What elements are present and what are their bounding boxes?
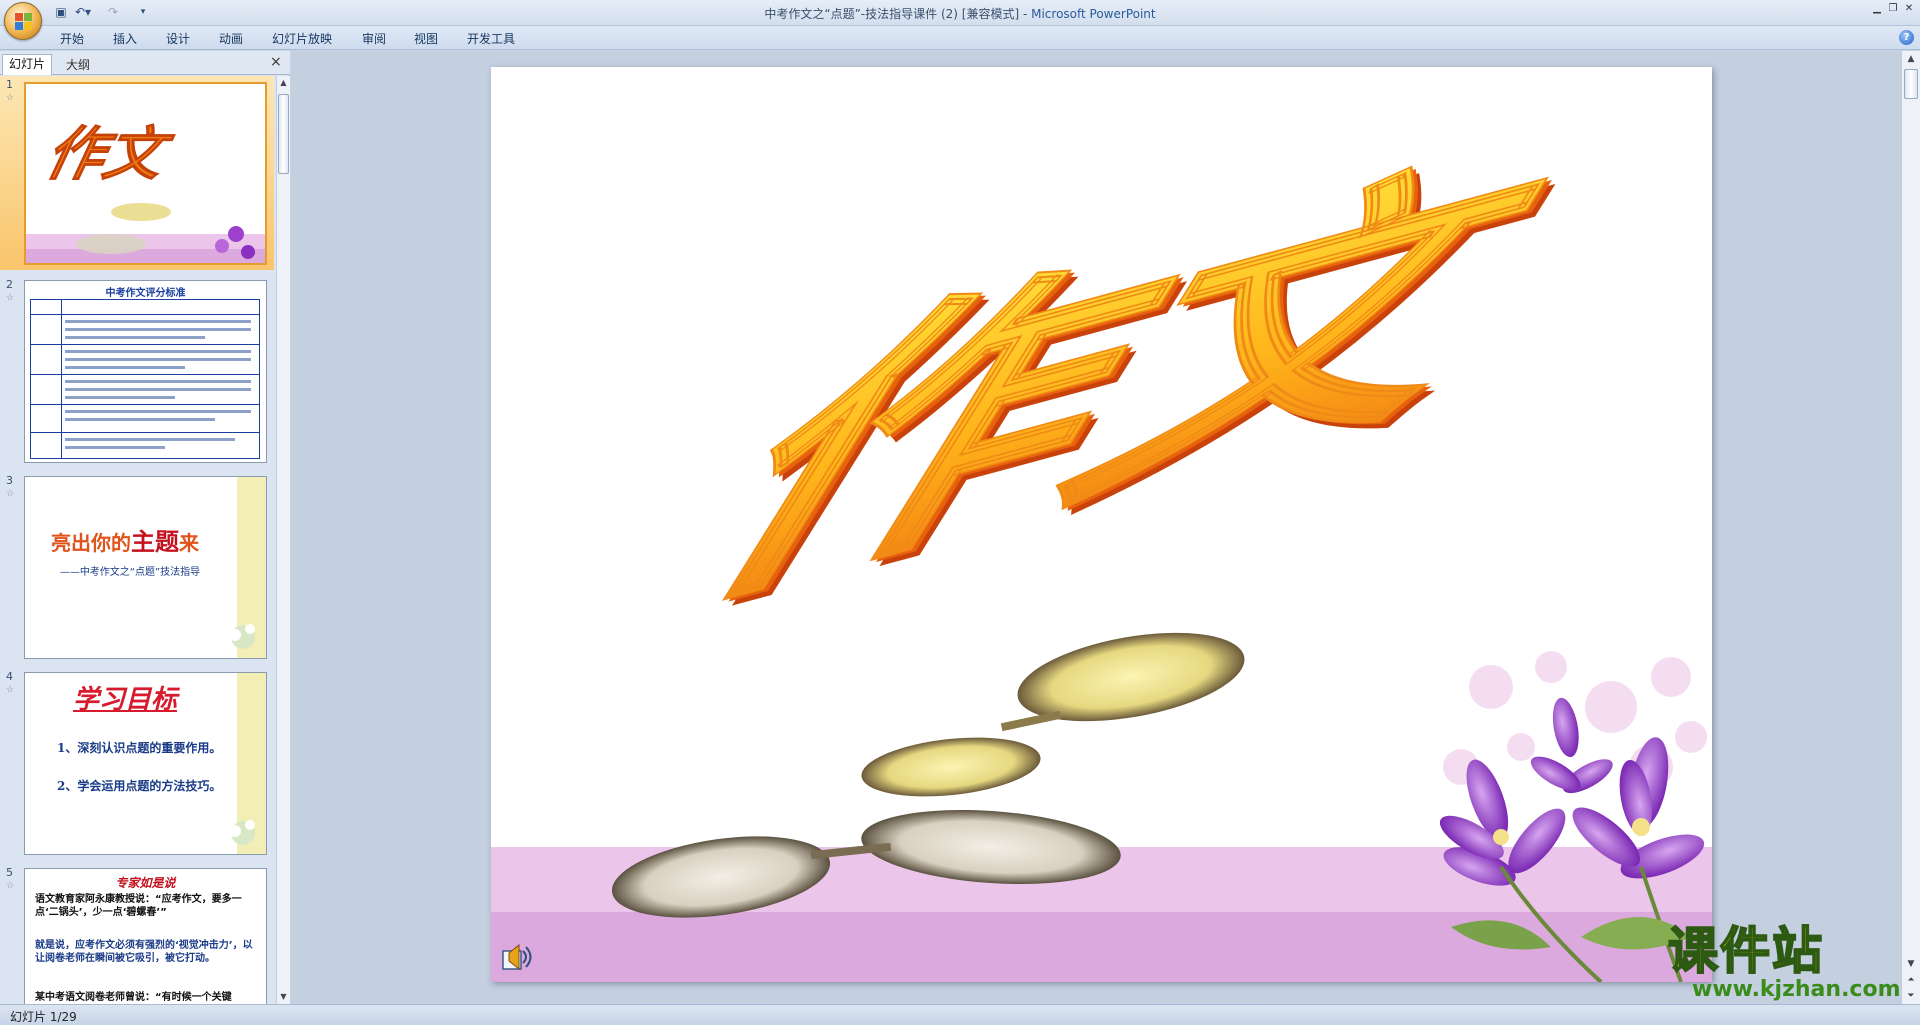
app-name: Microsoft PowerPoint	[1031, 7, 1156, 21]
slide-thumbnail-4[interactable]: 学习目标 1、深刻认识点题的重要作用。 2、学会运用点题的方法技巧。	[24, 672, 267, 855]
thumbnail-5-text: 语文教育家阿永康教授说：“应考作文，要多一点‘二锅头’，少一点‘碧螺春’”	[35, 894, 242, 918]
thumbnail-number: 5	[6, 866, 13, 879]
pane-tabs: 幻灯片 大纲 ×	[0, 51, 290, 75]
thumbnail-2-table	[30, 299, 260, 459]
thumbnail-4-art	[229, 820, 255, 845]
slide-thumbnail-2[interactable]: 中考作文评分标准	[24, 280, 267, 463]
thumbnail-3-art	[229, 624, 255, 649]
next-slide-icon[interactable]: ⏷	[1902, 988, 1920, 1004]
slide-scrollbar[interactable]: ▲ ▼ ⏶ ⏷	[1901, 51, 1920, 1004]
tab-developer[interactable]: 开发工具	[467, 30, 515, 47]
office-logo-icon	[15, 13, 33, 31]
status-bar: 幻灯片 1/29	[0, 1004, 1920, 1025]
tab-animation[interactable]: 动画	[219, 30, 243, 47]
animation-star-icon: ☆	[6, 685, 15, 695]
tab-view[interactable]: 视图	[414, 30, 438, 47]
close-icon[interactable]: ✕	[1900, 2, 1918, 16]
document-title: 中考作文之“点题”-技法指导课件 (2) [兼容模式]	[764, 7, 1020, 21]
animation-star-icon: ☆	[6, 489, 15, 499]
slide-art: 作文 作文 作文	[491, 97, 1712, 982]
scroll-up-icon[interactable]: ▲	[277, 76, 290, 90]
slide-thumbnail-3[interactable]: 亮出你的主题来 ——中考作文之“点题”技法指导	[24, 476, 267, 659]
slides-pane: 幻灯片 大纲 × 1 ☆ 作文 2 ☆ 中考作文评分标准 3 ☆ 亮出你的主题来…	[0, 51, 290, 1004]
thumbnail-scrollbar[interactable]: ▲ ▼	[276, 76, 290, 1004]
thumbnail-number: 2	[6, 278, 13, 291]
slide-thumbnail-5[interactable]: 专家如是说 语文教育家阿永康教授说：“应考作文，要多一点‘二锅头’，少一点‘碧螺…	[24, 868, 267, 1004]
site-watermark: 课件站 www.kjzhan.com	[1667, 922, 1904, 1007]
thumbnail-number: 3	[6, 474, 13, 487]
thumbnail-row-4[interactable]: 4 ☆ 学习目标 1、深刻认识点题的重要作用。 2、学会运用点题的方法技巧。	[0, 668, 274, 858]
scroll-down-icon[interactable]: ▼	[1902, 956, 1920, 972]
animation-star-icon: ☆	[6, 881, 15, 891]
animation-star-icon: ☆	[6, 93, 15, 103]
butterfly-icon	[861, 632, 1245, 797]
scroll-thumb[interactable]	[278, 94, 289, 174]
thumbnail-5-title: 专家如是说	[115, 876, 176, 890]
title-bar: ▣ ↶▾ ↷ ▾ 中考作文之“点题”-技法指导课件 (2) [兼容模式] - M…	[0, 0, 1920, 40]
thumbnail-5-text: 就是说，应考作文必须有强烈的‘视觉冲击力’，以让阅卷老师在瞬间被它吸引，被它打动…	[35, 940, 253, 964]
tab-slideshow[interactable]: 幻灯片放映	[272, 30, 332, 47]
tab-home[interactable]: 开始	[60, 30, 84, 47]
window-title: 中考作文之“点题”-技法指导课件 (2) [兼容模式] - Microsoft …	[0, 5, 1920, 22]
title-wordart: 作文 作文 作文	[634, 97, 1615, 667]
thumbnail-1-title: 作文	[36, 121, 183, 188]
watermark-text: 课件站	[1667, 922, 1824, 980]
slide-title: 作文	[635, 98, 1606, 661]
thumbnail-row-5[interactable]: 5 ☆ 专家如是说 语文教育家阿永康教授说：“应考作文，要多一点‘二锅头’，少一…	[0, 864, 274, 1004]
thumbnail-row-3[interactable]: 3 ☆ 亮出你的主题来 ——中考作文之“点题”技法指导	[0, 472, 274, 662]
thumbnail-1-art: 作文	[26, 120, 265, 263]
thumbnail-row-2[interactable]: 2 ☆ 中考作文评分标准	[0, 276, 274, 466]
thumbnail-row-1[interactable]: 1 ☆ 作文	[0, 76, 274, 270]
watermark-url: www.kjzhan.com	[1692, 977, 1901, 1002]
tab-slides[interactable]: 幻灯片	[2, 54, 52, 75]
tab-outline[interactable]: 大纲	[56, 56, 100, 75]
slide-canvas-area: 作文 作文 作文	[291, 51, 1901, 1004]
animation-star-icon: ☆	[6, 293, 15, 303]
office-button[interactable]	[4, 2, 42, 40]
slide-thumbnail-list: 1 ☆ 作文 2 ☆ 中考作文评分标准 3 ☆ 亮出你的主题来 ——中考作文之“…	[0, 76, 274, 1004]
title-separator: -	[1019, 7, 1032, 21]
tab-review[interactable]: 审阅	[362, 30, 386, 47]
thumbnail-number: 1	[6, 78, 13, 91]
slide-thumbnail-1[interactable]: 作文	[24, 82, 267, 265]
tab-design[interactable]: 设计	[166, 30, 190, 47]
ribbon-tab-bar: 开始 插入 设计 动画 幻灯片放映 审阅 视图 开发工具 ?	[0, 26, 1920, 50]
scroll-down-icon[interactable]: ▼	[277, 990, 290, 1004]
tab-insert[interactable]: 插入	[113, 30, 137, 47]
help-icon[interactable]: ?	[1899, 30, 1914, 45]
scroll-thumb[interactable]	[1904, 69, 1918, 99]
previous-slide-icon[interactable]: ⏶	[1902, 972, 1920, 988]
thumbnail-2-title: 中考作文评分标准	[105, 288, 186, 299]
current-slide[interactable]: 作文 作文 作文	[491, 67, 1712, 982]
slide-indicator: 幻灯片 1/29	[10, 1010, 77, 1024]
thumbnail-5-text: 某中考语文阅卷老师曾说：“有时候一个关键词……	[35, 992, 232, 1003]
pane-close-icon[interactable]: ×	[270, 55, 284, 69]
scroll-up-icon[interactable]: ▲	[1902, 51, 1920, 67]
thumbnail-number: 4	[6, 670, 13, 683]
